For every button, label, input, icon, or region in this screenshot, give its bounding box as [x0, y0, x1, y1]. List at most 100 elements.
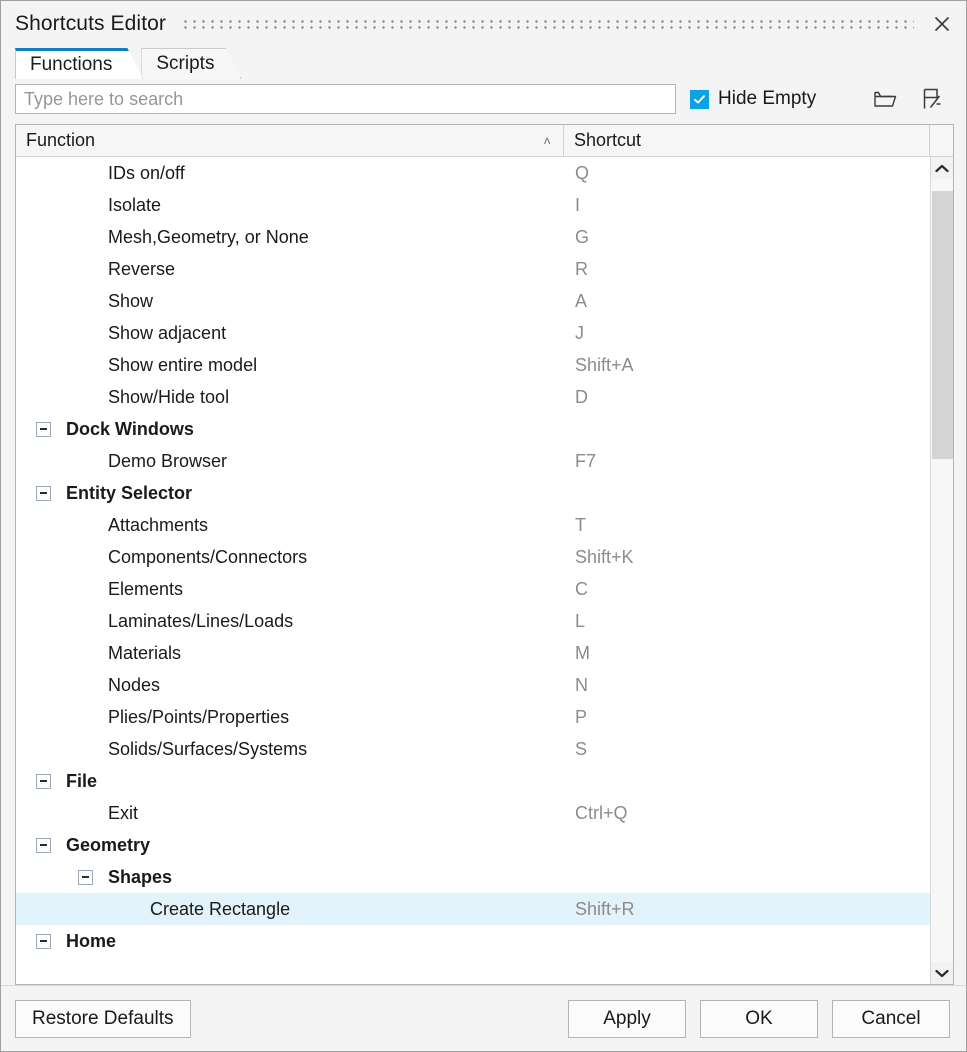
vertical-scrollbar[interactable]	[930, 157, 953, 984]
drag-handle-dots[interactable]	[184, 19, 914, 31]
cell-function: Isolate	[16, 189, 564, 221]
cell-function: Mesh,Geometry, or None	[16, 221, 564, 253]
table-row[interactable]: Show adjacent J	[16, 317, 930, 349]
cancel-button[interactable]: Cancel	[832, 999, 950, 1038]
page-title: Shortcuts Editor	[15, 12, 166, 35]
cell-function: File	[16, 765, 564, 797]
collapse-toggle-icon[interactable]	[36, 933, 51, 949]
table-row[interactable]: IDs on/off Q	[16, 157, 930, 189]
scroll-up-button[interactable]	[931, 157, 953, 179]
function-label: Mesh,Geometry, or None	[108, 226, 309, 247]
function-label: Exit	[108, 802, 139, 823]
table-group-row[interactable]: Entity Selector	[16, 477, 930, 509]
restore-defaults-button[interactable]: Restore Defaults	[15, 999, 191, 1038]
table-group-row[interactable]: Geometry	[16, 829, 930, 861]
tab-scripts[interactable]: Scripts	[141, 48, 241, 79]
table-group-row[interactable]: Shapes	[16, 861, 930, 893]
shortcuts-table: Function ˄ Shortcut IDs on/off Q Isolate I M…	[15, 124, 954, 985]
cell-function: Components/Connectors	[16, 541, 564, 573]
cell-function: Home	[16, 925, 564, 957]
table-row[interactable]: Attachments T	[16, 509, 930, 541]
tab-functions[interactable]: Functions	[15, 48, 143, 79]
cell-shortcut: C	[575, 578, 588, 599]
close-icon[interactable]	[928, 10, 956, 38]
cell-function: Solids/Surfaces/Systems	[16, 733, 564, 765]
scrollbar-thumb[interactable]	[932, 191, 953, 459]
function-label: Solids/Surfaces/Systems	[108, 738, 308, 759]
cell-shortcut: Shift+A	[575, 354, 634, 375]
table-row[interactable]: Materials M	[16, 637, 930, 669]
save-document-icon[interactable]	[920, 86, 946, 112]
table-row[interactable]: Plies/Points/Properties P	[16, 701, 930, 733]
function-label: Isolate	[108, 194, 162, 215]
table-row[interactable]: Components/Connectors Shift+K	[16, 541, 930, 573]
cell-function: Elements	[16, 573, 564, 605]
table-row[interactable]: Exit Ctrl+Q	[16, 797, 930, 829]
folder-open-icon[interactable]	[872, 86, 898, 112]
function-label: Materials	[108, 642, 182, 663]
table-rows: IDs on/off Q Isolate I Mesh,Geometry, or Non…	[16, 157, 930, 984]
column-header-function[interactable]: Function ˄	[16, 125, 564, 156]
cell-shortcut: T	[575, 514, 586, 535]
cell-function: Laminates/Lines/Loads	[16, 605, 564, 637]
table-row[interactable]: Show A	[16, 285, 930, 317]
sort-ascending-icon: ˄	[543, 133, 551, 148]
table-row[interactable]: Laminates/Lines/Loads L	[16, 605, 930, 637]
table-group-row[interactable]: Dock Windows	[16, 413, 930, 445]
table-row[interactable]: Show/Hide tool D	[16, 381, 930, 413]
function-label: Entity Selector	[66, 482, 193, 503]
column-header-shortcut-label: Shortcut	[574, 130, 642, 150]
ok-button[interactable]: OK	[700, 999, 818, 1038]
cell-shortcut: Q	[575, 162, 590, 183]
collapse-toggle-icon[interactable]	[36, 773, 51, 789]
collapse-toggle-icon[interactable]	[36, 485, 51, 501]
function-label: IDs on/off	[108, 162, 185, 183]
apply-button[interactable]: Apply	[568, 999, 686, 1038]
hide-empty-checkbox[interactable]: Hide Empty	[690, 88, 816, 110]
function-label: Show	[108, 290, 154, 311]
table-group-row[interactable]: File	[16, 765, 930, 797]
collapse-toggle-icon[interactable]	[36, 837, 51, 853]
cell-function: IDs on/off	[16, 157, 564, 189]
table-row[interactable]: Isolate I	[16, 189, 930, 221]
table-row[interactable]: Show entire model Shift+A	[16, 349, 930, 381]
cell-shortcut: S	[575, 738, 588, 759]
function-label: Nodes	[108, 674, 161, 695]
cell-shortcut: A	[575, 290, 588, 311]
cell-function: Shapes	[16, 861, 564, 893]
cell-shortcut	[564, 765, 930, 797]
table-row[interactable]: Elements C	[16, 573, 930, 605]
function-label: Show adjacent	[108, 322, 227, 343]
cell-shortcut: L	[575, 610, 586, 631]
function-label: Shapes	[108, 866, 173, 887]
search-input[interactable]	[15, 84, 676, 114]
title-bar: Shortcuts Editor	[1, 1, 966, 47]
function-label: Demo Browser	[108, 450, 228, 471]
cell-function: Attachments	[16, 509, 564, 541]
table-row[interactable]: Create Rectangle Shift+R	[16, 893, 930, 925]
function-label: Reverse	[108, 258, 176, 279]
scroll-down-button[interactable]	[931, 962, 953, 984]
column-header-shortcut[interactable]: Shortcut	[564, 125, 929, 156]
table-row[interactable]: Mesh,Geometry, or None G	[16, 221, 930, 253]
table-row[interactable]: Nodes N	[16, 669, 930, 701]
collapse-toggle-icon[interactable]	[36, 421, 51, 437]
cell-shortcut: I	[575, 194, 581, 215]
function-label: Attachments	[108, 514, 209, 535]
table-row[interactable]: Demo Browser F7	[16, 445, 930, 477]
table-group-row[interactable]: Home	[16, 925, 930, 957]
cell-function: Show entire model	[16, 349, 564, 381]
table-row[interactable]: Solids/Surfaces/Systems S	[16, 733, 930, 765]
cell-function: Show	[16, 285, 564, 317]
function-label: Show/Hide tool	[108, 386, 230, 407]
search-row: Hide Empty	[1, 82, 966, 116]
table-row[interactable]: Reverse R	[16, 253, 930, 285]
cell-function: Nodes	[16, 669, 564, 701]
tab-bar: Functions Scripts	[1, 47, 966, 79]
cell-function: Show/Hide tool	[16, 381, 564, 413]
shortcuts-editor-dialog: Shortcuts Editor Functions Scripts Hide …	[0, 0, 967, 1052]
cell-function: Show adjacent	[16, 317, 564, 349]
cell-function: Materials	[16, 637, 564, 669]
tab-functions-label: Functions	[30, 54, 113, 75]
collapse-toggle-icon[interactable]	[78, 869, 93, 885]
